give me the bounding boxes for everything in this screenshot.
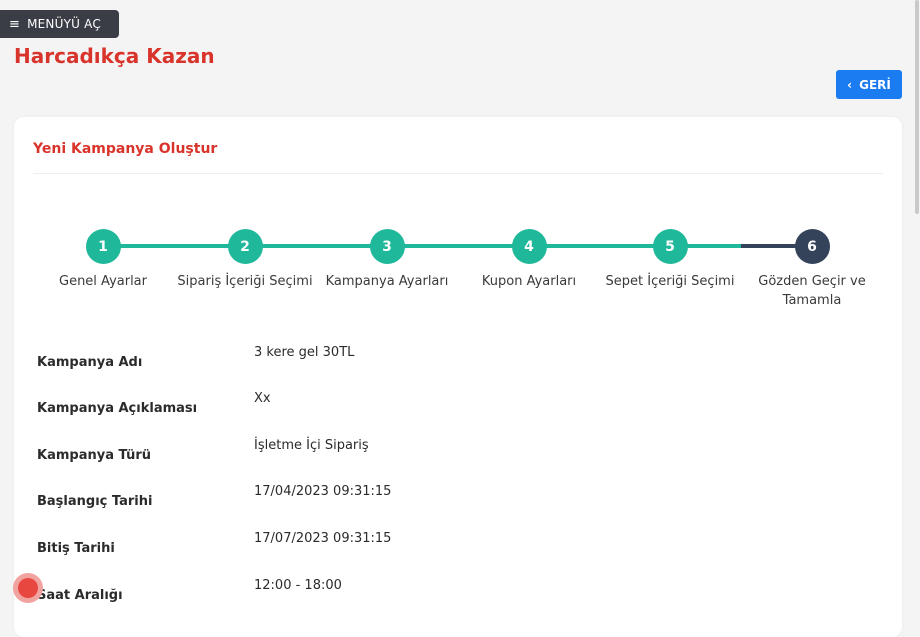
step-label: Sipariş İçeriği Seçimi — [177, 274, 313, 289]
menu-toggle-button[interactable]: ≡ MENÜYÜ AÇ — [0, 10, 119, 38]
step-label: Sepet İçeriği Seçimi — [605, 274, 735, 289]
detail-label: Başlangıç Tarihi — [37, 494, 153, 509]
step-number: 6 — [794, 229, 830, 264]
campaign-card: Yeni Kampanya Oluştur 1 Genel Ayarlar 2 … — [14, 117, 902, 637]
detail-value: İşletme İçi Sipariş — [254, 438, 369, 453]
step-1[interactable]: 1 Genel Ayarlar — [33, 229, 173, 291]
detail-label: Bitiş Tarihi — [37, 541, 115, 556]
notification-bell-icon[interactable] — [13, 573, 43, 603]
step-6[interactable]: 6 Gözden Geçir ve Tamamla — [747, 229, 877, 310]
wizard-stepper: 1 Genel Ayarlar 2 Sipariş İçeriği Seçimi… — [14, 229, 902, 319]
detail-value: 17/07/2023 09:31:15 — [254, 531, 392, 546]
page-title: Harcadıkça Kazan — [14, 44, 215, 68]
hamburger-icon: ≡ — [9, 16, 21, 32]
notification-dot — [18, 578, 38, 598]
menu-toggle-label: MENÜYÜ AÇ — [27, 17, 101, 31]
step-label: Kupon Ayarları — [481, 274, 577, 289]
step-2[interactable]: 2 Sipariş İçeriği Seçimi — [175, 229, 315, 291]
detail-value: 17/04/2023 09:31:15 — [254, 484, 392, 499]
detail-value: Xx — [254, 391, 271, 406]
detail-label: Kampanya Adı — [37, 355, 143, 370]
detail-value: 3 kere gel 30TL — [254, 345, 355, 360]
back-button-label: GERİ — [859, 77, 891, 92]
step-label: Genel Ayarlar — [59, 274, 147, 289]
page-scrollbar[interactable] — [914, 0, 920, 617]
card-title: Yeni Kampanya Oluştur — [33, 141, 218, 157]
step-3[interactable]: 3 Kampanya Ayarları — [317, 229, 457, 291]
detail-label: Kampanya Açıklaması — [37, 401, 198, 416]
step-4[interactable]: 4 Kupon Ayarları — [459, 229, 599, 291]
step-label: Gözden Geçir ve Tamamla — [758, 274, 866, 308]
scrollbar-thumb[interactable] — [915, 0, 919, 214]
detail-label: Saat Aralığı — [37, 588, 123, 603]
detail-label: Kampanya Türü — [37, 448, 152, 463]
step-number: 2 — [227, 229, 263, 264]
back-button[interactable]: ‹ GERİ — [836, 70, 902, 99]
detail-value: 12:00 - 18:00 — [254, 578, 342, 593]
step-label: Kampanya Ayarları — [325, 274, 449, 289]
step-number: 4 — [511, 229, 547, 264]
card-divider — [33, 173, 883, 174]
step-number: 5 — [652, 229, 688, 264]
step-number: 1 — [85, 229, 121, 264]
step-5[interactable]: 5 Sepet İçeriği Seçimi — [600, 229, 740, 291]
step-number: 3 — [369, 229, 405, 264]
chevron-left-icon: ‹ — [847, 77, 853, 92]
